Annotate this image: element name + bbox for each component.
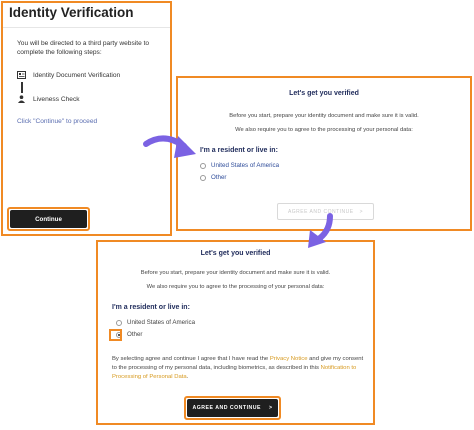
agree-label: AGREE AND CONTINUE <box>192 405 261 411</box>
continue-button-highlight: Continue <box>7 207 90 231</box>
panel-heading: Let's get you verified <box>289 90 359 97</box>
resident-label: I'm a resident or live in: <box>200 147 278 154</box>
proceed-hint: Click "Continue" to proceed <box>17 118 98 125</box>
resident-label: I'm a resident or live in: <box>112 304 190 311</box>
consent-text-part: By selecting agree and continue I agree … <box>112 356 270 362</box>
radio-label: United States of America <box>211 162 280 169</box>
prepare-document-text: Before you start, prepare your identity … <box>140 270 331 276</box>
id-card-icon <box>17 71 26 79</box>
flow-arrow-icon <box>143 135 196 158</box>
title-divider <box>3 27 170 28</box>
step-label: Liveness Check <box>33 95 80 103</box>
radio-circle[interactable] <box>200 162 206 169</box>
step-liveness-check: Liveness Check <box>17 95 80 103</box>
radio-circle[interactable] <box>116 319 122 326</box>
identity-verification-panel: Identity Verification You will be direct… <box>1 1 172 236</box>
step-label: Identity Document Verification <box>33 71 121 79</box>
privacy-notice-link[interactable]: Privacy Notice <box>270 356 308 362</box>
person-icon <box>17 95 26 103</box>
chevron-right-icon: > <box>359 208 364 215</box>
consent-intro-text: We also require you to agree to the proc… <box>146 284 325 290</box>
consent-text: By selecting agree and continue I agree … <box>112 355 364 382</box>
step-document-verification: Identity Document Verification <box>17 71 120 79</box>
radio-usa[interactable]: United States of America <box>116 319 195 326</box>
radio-label: United States of America <box>127 319 196 326</box>
consent-text-part: . <box>186 374 189 380</box>
chevron-right-icon: > <box>268 405 273 411</box>
radio-other[interactable]: Other <box>200 174 226 181</box>
consent-intro-text: We also require you to agree to the proc… <box>235 127 413 133</box>
intro-text: You will be directed to a third party we… <box>17 40 150 56</box>
flow-arrow-icon <box>308 213 333 248</box>
radio-usa[interactable]: United States of America <box>200 162 279 169</box>
verification-panel-unselected: Let's get you verified Before you start,… <box>176 76 472 231</box>
radio-label: Other <box>211 174 227 181</box>
continue-button[interactable]: Continue <box>10 210 87 228</box>
verification-panel-selected: Let's get you verified Before you start,… <box>96 240 375 425</box>
page-title: Identity Verification <box>9 5 134 20</box>
prepare-document-text: Before you start, prepare your identity … <box>229 113 419 119</box>
agree-continue-button[interactable]: AGREE AND CONTINUE > <box>187 399 278 417</box>
agree-button-highlight: AGREE AND CONTINUE > <box>184 396 281 420</box>
radio-circle[interactable] <box>200 174 206 181</box>
radio-label: Other <box>127 331 143 338</box>
radio-highlight <box>109 329 122 341</box>
step-connector <box>21 82 23 93</box>
